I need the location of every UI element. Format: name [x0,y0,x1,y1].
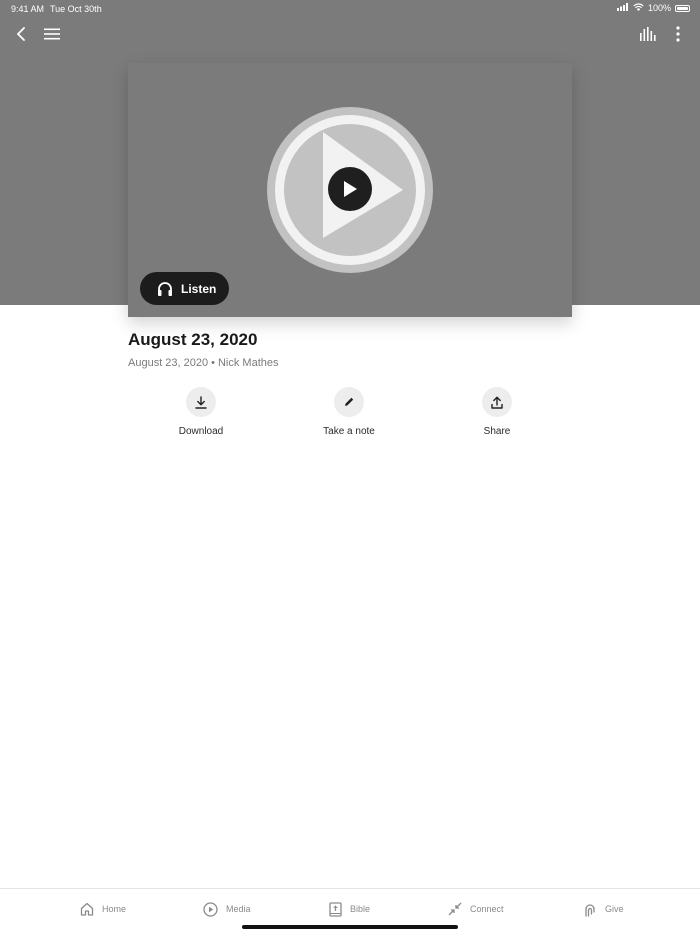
more-options-button[interactable] [668,24,688,44]
tab-connect-label: Connect [470,904,504,914]
bible-icon [329,901,342,917]
home-icon [80,902,94,916]
menu-button[interactable] [42,24,62,44]
home-indicator[interactable] [242,925,458,929]
battery-icon [675,4,690,12]
share-label: Share [483,426,511,437]
take-note-label: Take a note [323,426,375,437]
download-label: Download [178,426,224,437]
share-button[interactable] [482,387,512,417]
status-time: 9:41 AM [11,4,45,14]
back-button[interactable] [11,24,31,44]
pencil-icon [345,397,354,406]
share-icon [491,396,503,409]
wifi-icon [633,3,644,13]
tab-bible[interactable]: Bible [329,899,370,919]
status-bar: 9:41 AM Tue Oct 30th 100% [0,0,700,18]
equalizer-icon [640,27,656,41]
sermon-speaker: Nick Mathes [217,357,279,369]
chevron-left-icon [17,27,25,41]
connect-arrows-icon [448,902,462,916]
listen-button[interactable]: Listen [140,272,229,305]
status-indicators: 100% [616,3,690,13]
audio-button[interactable] [638,24,658,44]
meta-separator: • [211,357,215,369]
sermon-meta: August 23, 2020 • Nick Mathes [128,357,279,369]
take-note-button[interactable] [334,387,364,417]
tab-media-label: Media [226,904,251,914]
tab-give-label: Give [605,904,624,914]
download-button[interactable] [186,387,216,417]
take-note-action[interactable]: Take a note [299,387,399,437]
play-icon [344,181,357,197]
cellular-signal-icon [616,3,629,13]
give-hand-icon [585,903,595,917]
tab-connect[interactable]: Connect [448,899,504,919]
tab-media[interactable]: Media [203,899,251,919]
tab-home-label: Home [102,904,127,914]
tab-bible-label: Bible [350,904,371,914]
tab-home[interactable]: Home [80,899,126,919]
download-icon [195,395,207,409]
media-card[interactable]: Listen [128,63,572,317]
play-button[interactable] [328,167,372,211]
sermon-title: August 23, 2020 [128,330,258,349]
download-action[interactable]: Download [151,387,251,437]
play-circle-icon [203,901,218,917]
tab-give[interactable]: Give [583,899,624,919]
listen-label: Listen [181,281,217,296]
sermon-date: August 23, 2020 [128,357,209,369]
headphones-icon [158,281,172,296]
status-date: Tue Oct 30th [50,4,102,14]
share-action[interactable]: Share [447,387,547,437]
vertical-ellipsis-icon [676,26,680,42]
battery-percentage: 100% [647,3,671,13]
hamburger-menu-icon [44,28,60,40]
